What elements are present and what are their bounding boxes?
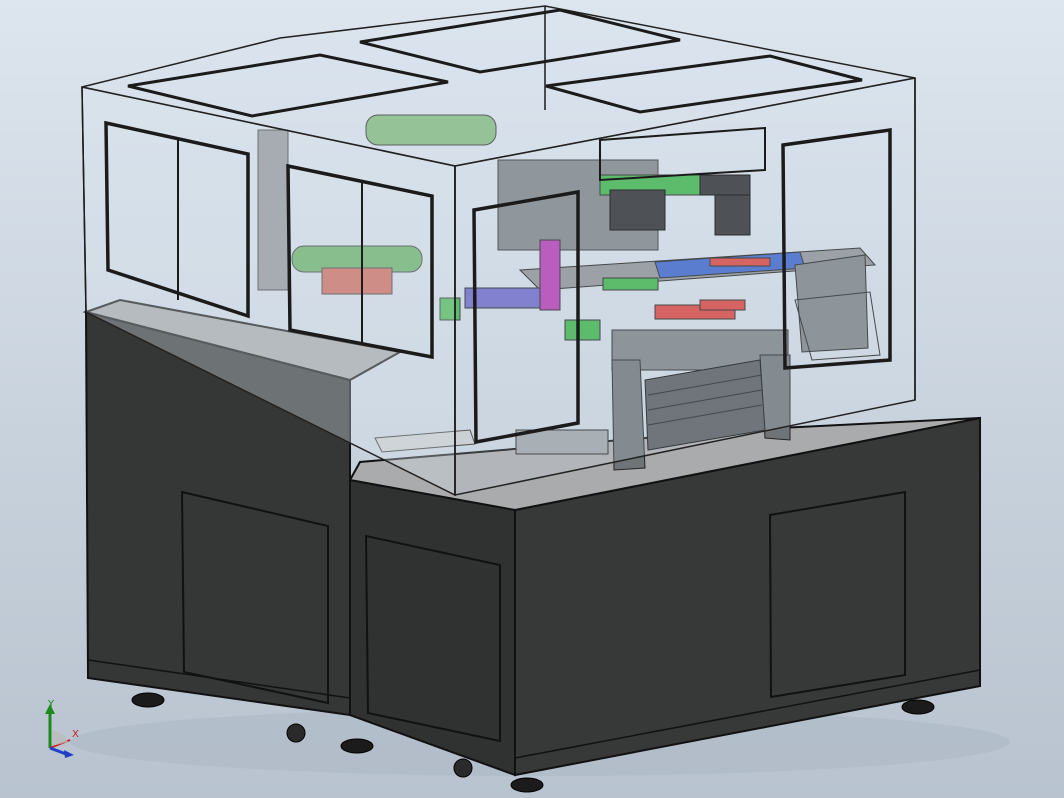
cad-model-assembly[interactable]: [0, 0, 1064, 798]
axis-y-label: Y: [48, 699, 55, 710]
z-axis-icon: [49, 746, 67, 756]
coordinate-triad: Y X: [38, 700, 90, 760]
graphics-viewport[interactable]: Y X: [0, 0, 1064, 798]
axis-x-label: X: [72, 729, 79, 740]
